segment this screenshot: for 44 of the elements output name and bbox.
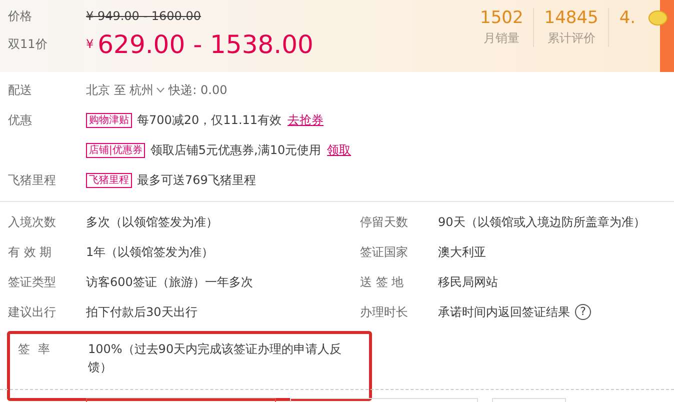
stat-value: 1502: [480, 8, 524, 30]
attribute-value: 拍下付款后30天出行: [86, 304, 198, 321]
promo-price-label: 双11价: [8, 36, 48, 53]
help-icon[interactable]: ?: [575, 304, 591, 320]
attribute-label: 办理时长: [360, 304, 409, 321]
offer-text: 最多可送769飞猪里程: [137, 172, 256, 189]
stat-value: 14845: [544, 8, 598, 30]
attribute-value: 多次（以领馆签发为准）: [86, 214, 218, 231]
original-price: ¥ 949.00 - 1600.00: [86, 8, 202, 25]
attribute-value: 承诺时间内返回签证结果: [438, 304, 570, 321]
offer-tag: 店铺|优惠券: [86, 142, 146, 158]
attribute-label: 停留天数: [360, 214, 409, 231]
offer-label: 优惠: [8, 112, 33, 129]
stat-label: 累计评价: [546, 30, 596, 48]
attribute-label: 签证国家: [360, 244, 409, 261]
route-dropdown[interactable]: 北京 至 杭州: [86, 81, 154, 99]
promo-price: 629.00 - 1538.00: [98, 32, 314, 56]
coin-icon: [648, 10, 668, 26]
attribute-value: 移民局网站: [438, 274, 498, 291]
price-label: 价格: [8, 8, 33, 25]
attribute-value: 澳大利亚: [438, 244, 486, 261]
offer-link[interactable]: 领取: [327, 141, 352, 159]
offer-link[interactable]: 去抢券: [288, 111, 324, 129]
offer-text: 每700减20，仅11.11有效: [137, 112, 282, 129]
attribute-label: 签 率: [17, 341, 53, 358]
delivery-label: 配送: [8, 82, 33, 99]
shipping-fee: 快递: 0.00: [168, 82, 228, 99]
offer-text: 领取店铺5元优惠券,满10元使用: [150, 142, 322, 159]
attribute-label: 入境次数: [8, 214, 57, 231]
offer-tag: 飞猪里程: [86, 172, 132, 188]
offer-label: 飞猪里程: [8, 172, 57, 189]
attribute-label: 建议出行: [8, 304, 57, 321]
attribute-label: 有 效 期: [8, 244, 53, 261]
stat-label: 月销量: [482, 30, 521, 48]
attribute-label: 送 签 地: [360, 274, 405, 291]
currency-symbol: ¥: [86, 36, 94, 53]
attribute-value: 90天（以领馆或入境边防所盖章为准）: [438, 214, 646, 231]
offer-tag: 购物津贴: [86, 112, 132, 128]
attribute-value: 访客600签证（旅游）一年多次: [86, 274, 253, 291]
attribute-value: 100%（过去90天内完成该签证办理的申请人反馈）: [88, 341, 343, 376]
attribute-value: 1年（以领馆签发为准）: [86, 244, 214, 261]
attribute-label: 签证类型: [8, 274, 57, 291]
stat-value: 4.: [619, 8, 636, 30]
caret-icon[interactable]: [156, 87, 165, 93]
